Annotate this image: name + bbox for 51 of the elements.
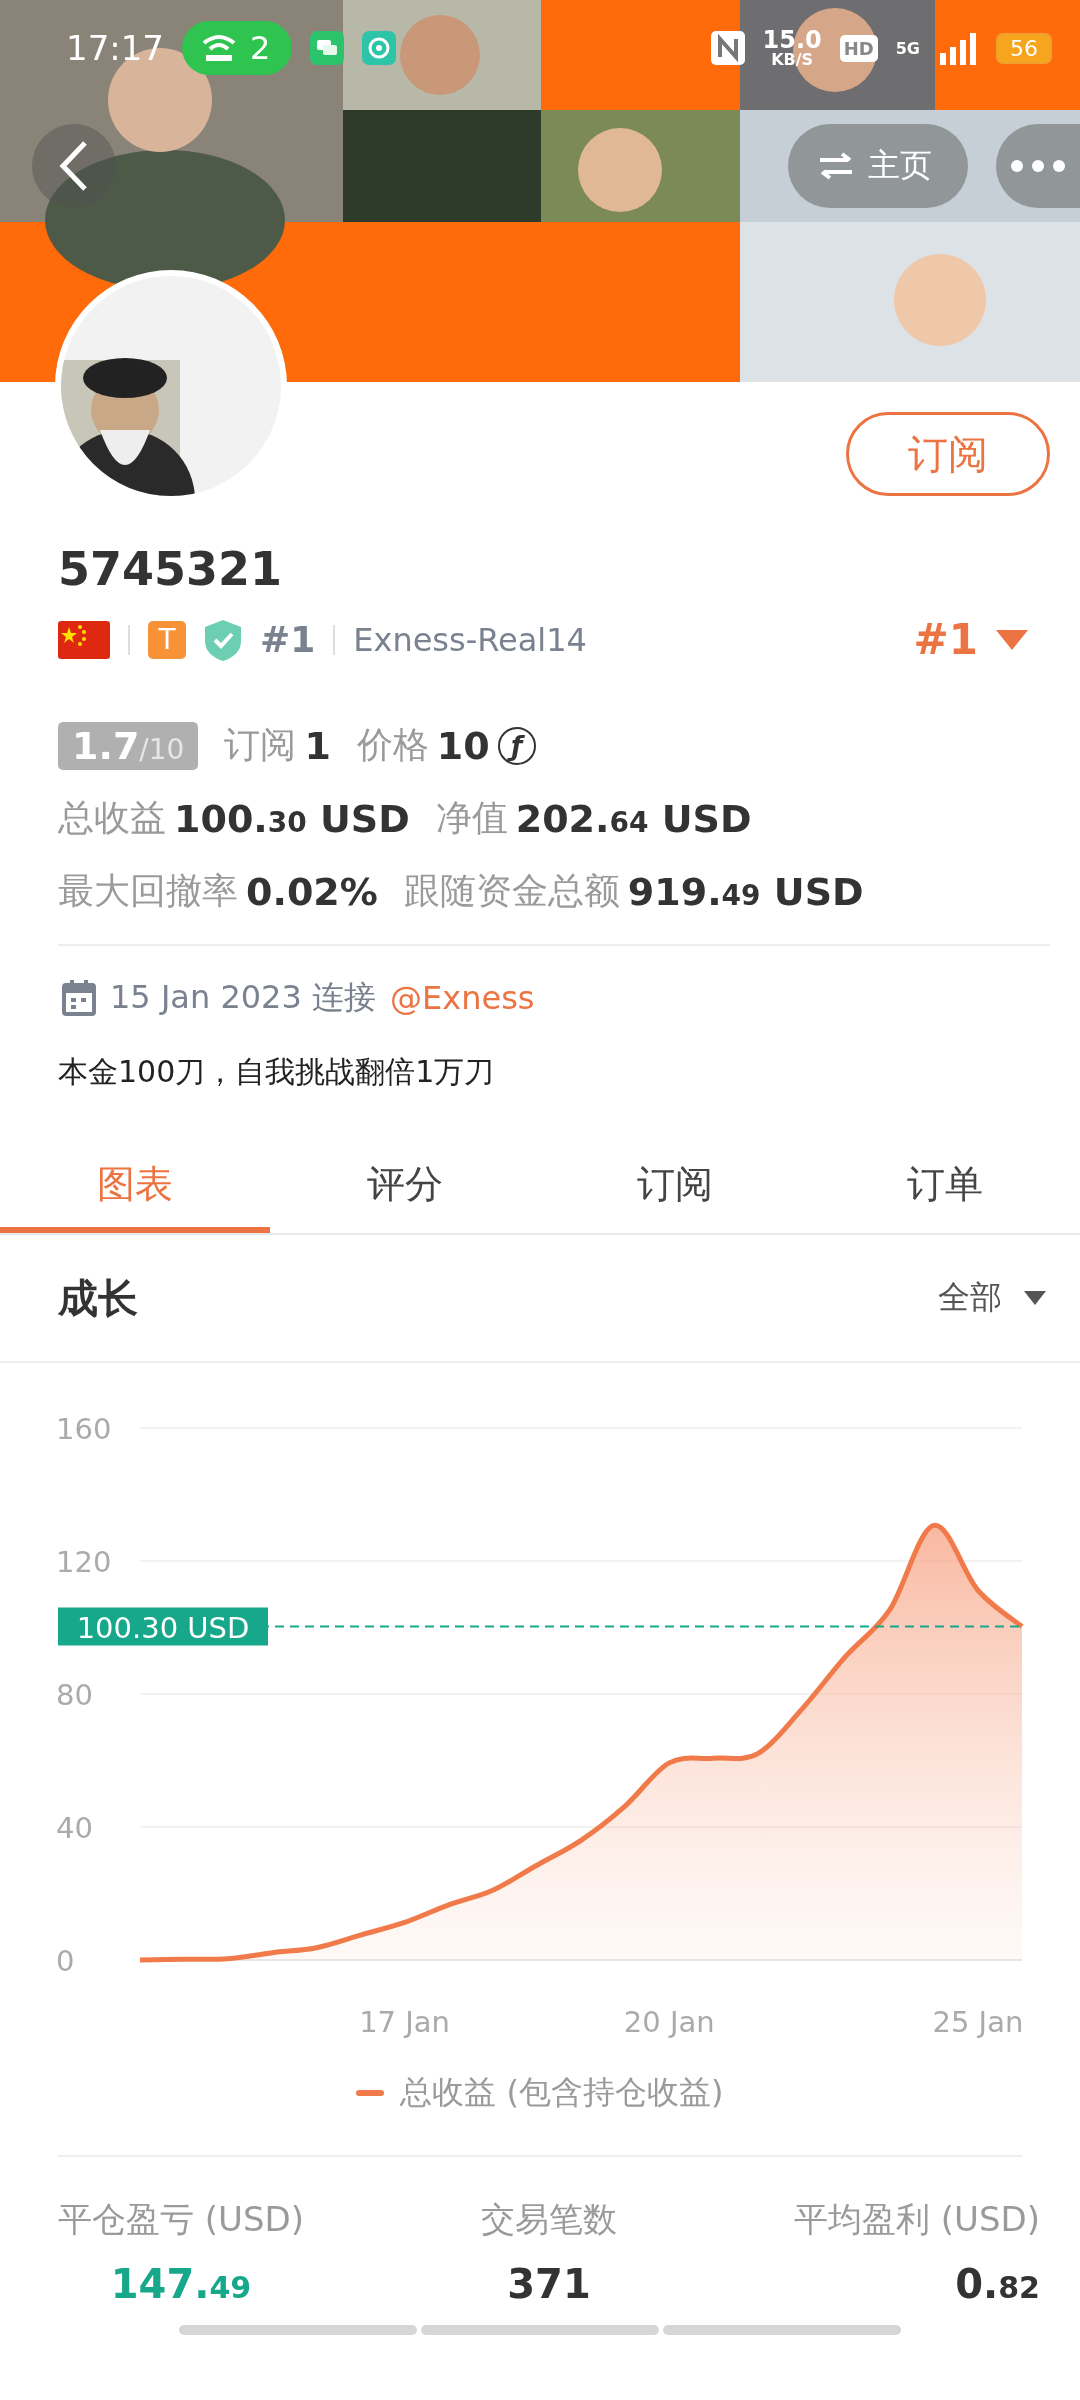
stat-label: 跟随资金总额 (403, 869, 620, 913)
broker-link[interactable]: @Exness (390, 979, 535, 1017)
summary-value: 371 (507, 2261, 591, 2307)
summary-value: 0.82 (955, 2261, 1040, 2307)
caret-icon (1024, 1291, 1046, 1305)
rank: #1 (260, 619, 316, 660)
stat-label: 总收益 (58, 796, 166, 840)
shield-check-icon (204, 618, 242, 661)
value-tag: 100.30 USD (58, 1607, 268, 1646)
tab[interactable]: 订单 (810, 1141, 1080, 1233)
rank-selector[interactable]: #1 (907, 614, 1034, 665)
axis-label: 20 Jan (623, 2005, 715, 2039)
stat-value: 202.64 USD (515, 796, 752, 841)
stat-value: 1 (304, 723, 331, 768)
summary-label: 平均盈利 (USD) (794, 2198, 1040, 2241)
tab[interactable]: 评分 (270, 1141, 540, 1233)
section-title: 成长 (58, 1273, 138, 1323)
stat-label: 订阅 (224, 723, 297, 767)
legend-label: 总收益 (包含持仓收益) (400, 2072, 724, 2113)
server-name: Exness-Real14 (353, 620, 587, 659)
range-filter[interactable]: 全部 (932, 1275, 1052, 1321)
stat-label: 净值 (435, 796, 508, 840)
axis-label: 120 (56, 1545, 112, 1579)
connection-date: 15 Jan 2023 连接 (110, 977, 376, 1018)
tab[interactable]: 订阅 (540, 1141, 810, 1233)
summary-value: 147.49 (110, 2261, 252, 2307)
stat-value: 919.49 USD (627, 869, 864, 914)
legend-swatch (356, 2090, 385, 2096)
summary-label: 交易笔数 (481, 2198, 617, 2241)
caret-icon (996, 629, 1028, 650)
axis-label: 25 Jan (932, 2005, 1024, 2039)
stat-value: 100.30 USD (174, 796, 410, 841)
stat-label: 最大回撤率 (58, 869, 238, 913)
stat-value: 0.02% (246, 869, 378, 914)
subscribe-button[interactable]: 订阅 (846, 412, 1050, 496)
axis-label: 160 (56, 1412, 112, 1446)
bio-text: 本金100刀，自我挑战翻倍1万刀 (57, 1053, 496, 1091)
tier-badge: T (148, 620, 186, 659)
calendar-icon (62, 980, 96, 1016)
summary-label: 平仓盈亏 (USD) (58, 2198, 304, 2241)
tab[interactable]: 图表 (0, 1141, 270, 1233)
stat-value: 10 (436, 723, 490, 768)
axis-label: 40 (56, 1811, 93, 1845)
axis-label: 0 (56, 1944, 75, 1978)
flag-icon (58, 620, 110, 659)
axis-label: 80 (56, 1678, 93, 1712)
ref-line-label: 100.30 USD (76, 1610, 250, 1645)
coin-icon: ƒ (497, 726, 536, 765)
axis-label: 17 Jan (359, 2005, 450, 2039)
user-name: 5745321 (58, 542, 284, 596)
stat-label: 价格 (356, 723, 429, 767)
